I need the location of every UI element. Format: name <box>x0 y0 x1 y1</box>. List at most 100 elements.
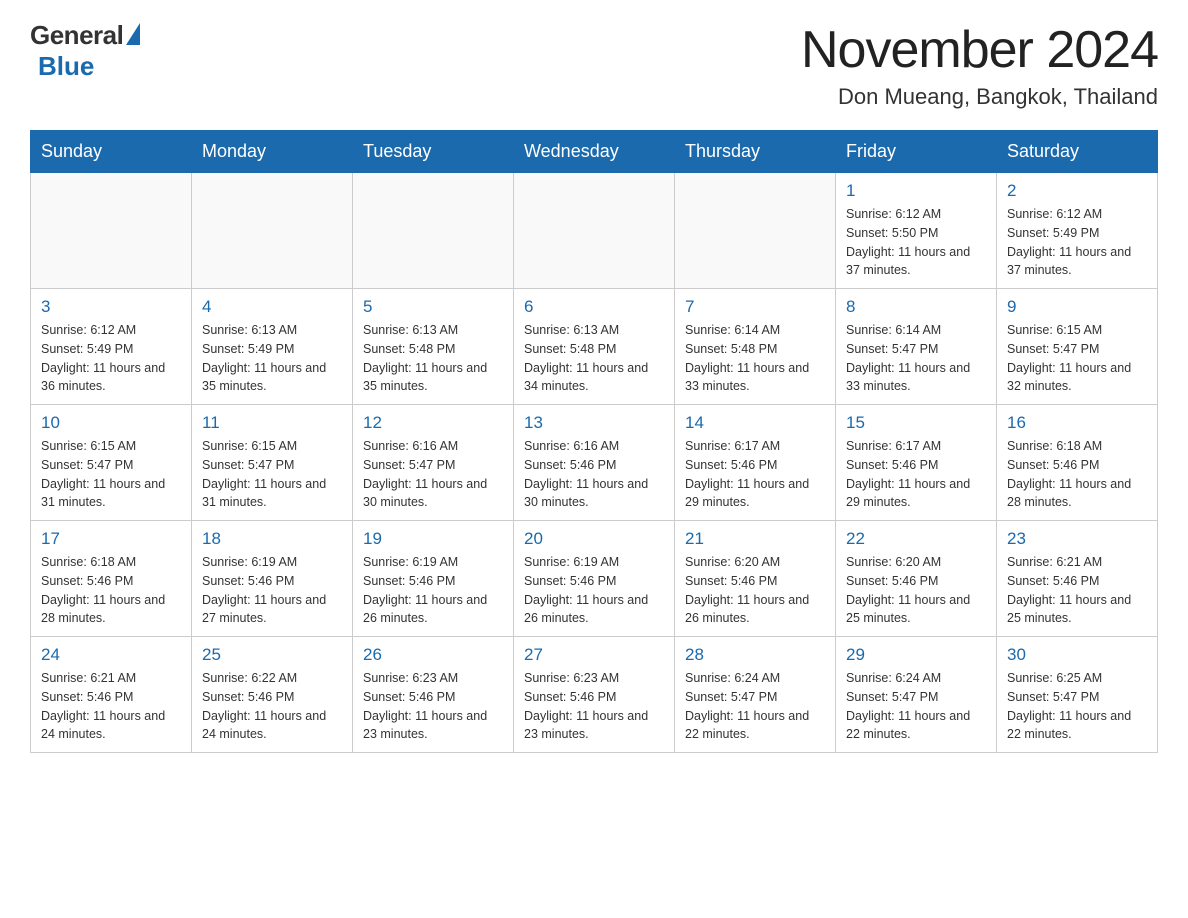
calendar-cell: 10 Sunrise: 6:15 AM Sunset: 5:47 PM Dayli… <box>31 405 192 521</box>
calendar-cell: 30Sunrise: 6:25 AM Sunset: 5:47 PM Dayli… <box>997 637 1158 753</box>
day-info: Sunrise: 6:24 AM Sunset: 5:47 PM Dayligh… <box>846 669 986 744</box>
day-number: 6 <box>524 297 664 317</box>
week-row-4: 17 Sunrise: 6:18 AM Sunset: 5:46 PM Dayli… <box>31 521 1158 637</box>
calendar-cell: 21 Sunrise: 6:20 AM Sunset: 5:46 PM Dayli… <box>675 521 836 637</box>
day-info: Sunrise: 6:15 AM Sunset: 5:47 PM Dayligh… <box>41 437 181 512</box>
logo: General Blue <box>30 20 140 82</box>
day-number: 2 <box>1007 181 1147 201</box>
day-number: 26 <box>363 645 503 665</box>
day-header-wednesday: Wednesday <box>514 131 675 173</box>
day-number: 23 <box>1007 529 1147 549</box>
day-info: Sunrise: 6:18 AM Sunset: 5:46 PM Dayligh… <box>1007 437 1147 512</box>
week-row-1: 1 Sunrise: 6:12 AM Sunset: 5:50 PM Daylig… <box>31 173 1158 289</box>
day-info: Sunrise: 6:23 AM Sunset: 5:46 PM Dayligh… <box>363 669 503 744</box>
calendar-cell: 26 Sunrise: 6:23 AM Sunset: 5:46 PM Dayli… <box>353 637 514 753</box>
day-header-friday: Friday <box>836 131 997 173</box>
day-number: 16 <box>1007 413 1147 433</box>
calendar-cell: 1 Sunrise: 6:12 AM Sunset: 5:50 PM Daylig… <box>836 173 997 289</box>
calendar-header-row: SundayMondayTuesdayWednesdayThursdayFrid… <box>31 131 1158 173</box>
day-number: 28 <box>685 645 825 665</box>
calendar-cell: 9 Sunrise: 6:15 AM Sunset: 5:47 PM Daylig… <box>997 289 1158 405</box>
calendar-cell: 19 Sunrise: 6:19 AM Sunset: 5:46 PM Dayli… <box>353 521 514 637</box>
day-info: Sunrise: 6:14 AM Sunset: 5:48 PM Dayligh… <box>685 321 825 396</box>
calendar-cell <box>675 173 836 289</box>
day-header-monday: Monday <box>192 131 353 173</box>
calendar-cell: 24 Sunrise: 6:21 AM Sunset: 5:46 PM Dayli… <box>31 637 192 753</box>
day-number: 9 <box>1007 297 1147 317</box>
calendar-cell: 29 Sunrise: 6:24 AM Sunset: 5:47 PM Dayli… <box>836 637 997 753</box>
calendar-cell: 25Sunrise: 6:22 AM Sunset: 5:46 PM Dayli… <box>192 637 353 753</box>
day-info: Sunrise: 6:13 AM Sunset: 5:49 PM Dayligh… <box>202 321 342 396</box>
day-info: Sunrise: 6:13 AM Sunset: 5:48 PM Dayligh… <box>524 321 664 396</box>
calendar-table: SundayMondayTuesdayWednesdayThursdayFrid… <box>30 130 1158 753</box>
calendar-cell: 5Sunrise: 6:13 AM Sunset: 5:48 PM Daylig… <box>353 289 514 405</box>
day-header-tuesday: Tuesday <box>353 131 514 173</box>
day-info: Sunrise: 6:17 AM Sunset: 5:46 PM Dayligh… <box>846 437 986 512</box>
day-number: 24 <box>41 645 181 665</box>
day-info: Sunrise: 6:12 AM Sunset: 5:49 PM Dayligh… <box>1007 205 1147 280</box>
calendar-cell: 13 Sunrise: 6:16 AM Sunset: 5:46 PM Dayli… <box>514 405 675 521</box>
day-number: 29 <box>846 645 986 665</box>
day-number: 10 <box>41 413 181 433</box>
day-number: 4 <box>202 297 342 317</box>
week-row-2: 3 Sunrise: 6:12 AM Sunset: 5:49 PM Daylig… <box>31 289 1158 405</box>
week-row-5: 24 Sunrise: 6:21 AM Sunset: 5:46 PM Dayli… <box>31 637 1158 753</box>
day-number: 7 <box>685 297 825 317</box>
logo-triangle-icon <box>126 23 140 45</box>
calendar-cell <box>353 173 514 289</box>
day-number: 11 <box>202 413 342 433</box>
day-info: Sunrise: 6:19 AM Sunset: 5:46 PM Dayligh… <box>363 553 503 628</box>
calendar-cell: 6 Sunrise: 6:13 AM Sunset: 5:48 PM Daylig… <box>514 289 675 405</box>
calendar-cell: 18Sunrise: 6:19 AM Sunset: 5:46 PM Dayli… <box>192 521 353 637</box>
day-info: Sunrise: 6:13 AM Sunset: 5:48 PM Dayligh… <box>363 321 503 396</box>
day-info: Sunrise: 6:12 AM Sunset: 5:50 PM Dayligh… <box>846 205 986 280</box>
calendar-cell: 27 Sunrise: 6:23 AM Sunset: 5:46 PM Dayli… <box>514 637 675 753</box>
calendar-cell: 28Sunrise: 6:24 AM Sunset: 5:47 PM Dayli… <box>675 637 836 753</box>
day-number: 13 <box>524 413 664 433</box>
day-number: 1 <box>846 181 986 201</box>
day-header-saturday: Saturday <box>997 131 1158 173</box>
day-number: 3 <box>41 297 181 317</box>
day-number: 15 <box>846 413 986 433</box>
calendar-cell <box>192 173 353 289</box>
calendar-cell: 3 Sunrise: 6:12 AM Sunset: 5:49 PM Daylig… <box>31 289 192 405</box>
day-number: 27 <box>524 645 664 665</box>
day-header-thursday: Thursday <box>675 131 836 173</box>
day-info: Sunrise: 6:16 AM Sunset: 5:47 PM Dayligh… <box>363 437 503 512</box>
page-header: General Blue November 2024 Don Mueang, B… <box>30 20 1158 110</box>
calendar-cell: 23 Sunrise: 6:21 AM Sunset: 5:46 PM Dayli… <box>997 521 1158 637</box>
day-number: 17 <box>41 529 181 549</box>
day-info: Sunrise: 6:20 AM Sunset: 5:46 PM Dayligh… <box>685 553 825 628</box>
day-info: Sunrise: 6:21 AM Sunset: 5:46 PM Dayligh… <box>41 669 181 744</box>
day-number: 8 <box>846 297 986 317</box>
day-info: Sunrise: 6:15 AM Sunset: 5:47 PM Dayligh… <box>202 437 342 512</box>
month-title: November 2024 <box>801 20 1158 80</box>
calendar-cell: 14Sunrise: 6:17 AM Sunset: 5:46 PM Dayli… <box>675 405 836 521</box>
day-number: 18 <box>202 529 342 549</box>
day-info: Sunrise: 6:21 AM Sunset: 5:46 PM Dayligh… <box>1007 553 1147 628</box>
day-number: 20 <box>524 529 664 549</box>
day-info: Sunrise: 6:19 AM Sunset: 5:46 PM Dayligh… <box>524 553 664 628</box>
day-number: 30 <box>1007 645 1147 665</box>
header-right: November 2024 Don Mueang, Bangkok, Thail… <box>801 20 1158 110</box>
day-info: Sunrise: 6:17 AM Sunset: 5:46 PM Dayligh… <box>685 437 825 512</box>
day-info: Sunrise: 6:12 AM Sunset: 5:49 PM Dayligh… <box>41 321 181 396</box>
day-info: Sunrise: 6:18 AM Sunset: 5:46 PM Dayligh… <box>41 553 181 628</box>
calendar-cell: 4 Sunrise: 6:13 AM Sunset: 5:49 PM Daylig… <box>192 289 353 405</box>
day-info: Sunrise: 6:16 AM Sunset: 5:46 PM Dayligh… <box>524 437 664 512</box>
day-info: Sunrise: 6:23 AM Sunset: 5:46 PM Dayligh… <box>524 669 664 744</box>
logo-general-text: General <box>30 20 123 51</box>
day-header-sunday: Sunday <box>31 131 192 173</box>
day-number: 19 <box>363 529 503 549</box>
day-number: 21 <box>685 529 825 549</box>
logo-blue-text: Blue <box>38 51 94 82</box>
day-info: Sunrise: 6:14 AM Sunset: 5:47 PM Dayligh… <box>846 321 986 396</box>
calendar-cell: 12 Sunrise: 6:16 AM Sunset: 5:47 PM Dayli… <box>353 405 514 521</box>
calendar-cell: 8 Sunrise: 6:14 AM Sunset: 5:47 PM Daylig… <box>836 289 997 405</box>
calendar-cell: 22Sunrise: 6:20 AM Sunset: 5:46 PM Dayli… <box>836 521 997 637</box>
day-info: Sunrise: 6:15 AM Sunset: 5:47 PM Dayligh… <box>1007 321 1147 396</box>
day-number: 12 <box>363 413 503 433</box>
calendar-cell: 11 Sunrise: 6:15 AM Sunset: 5:47 PM Dayli… <box>192 405 353 521</box>
calendar-cell <box>514 173 675 289</box>
day-info: Sunrise: 6:20 AM Sunset: 5:46 PM Dayligh… <box>846 553 986 628</box>
